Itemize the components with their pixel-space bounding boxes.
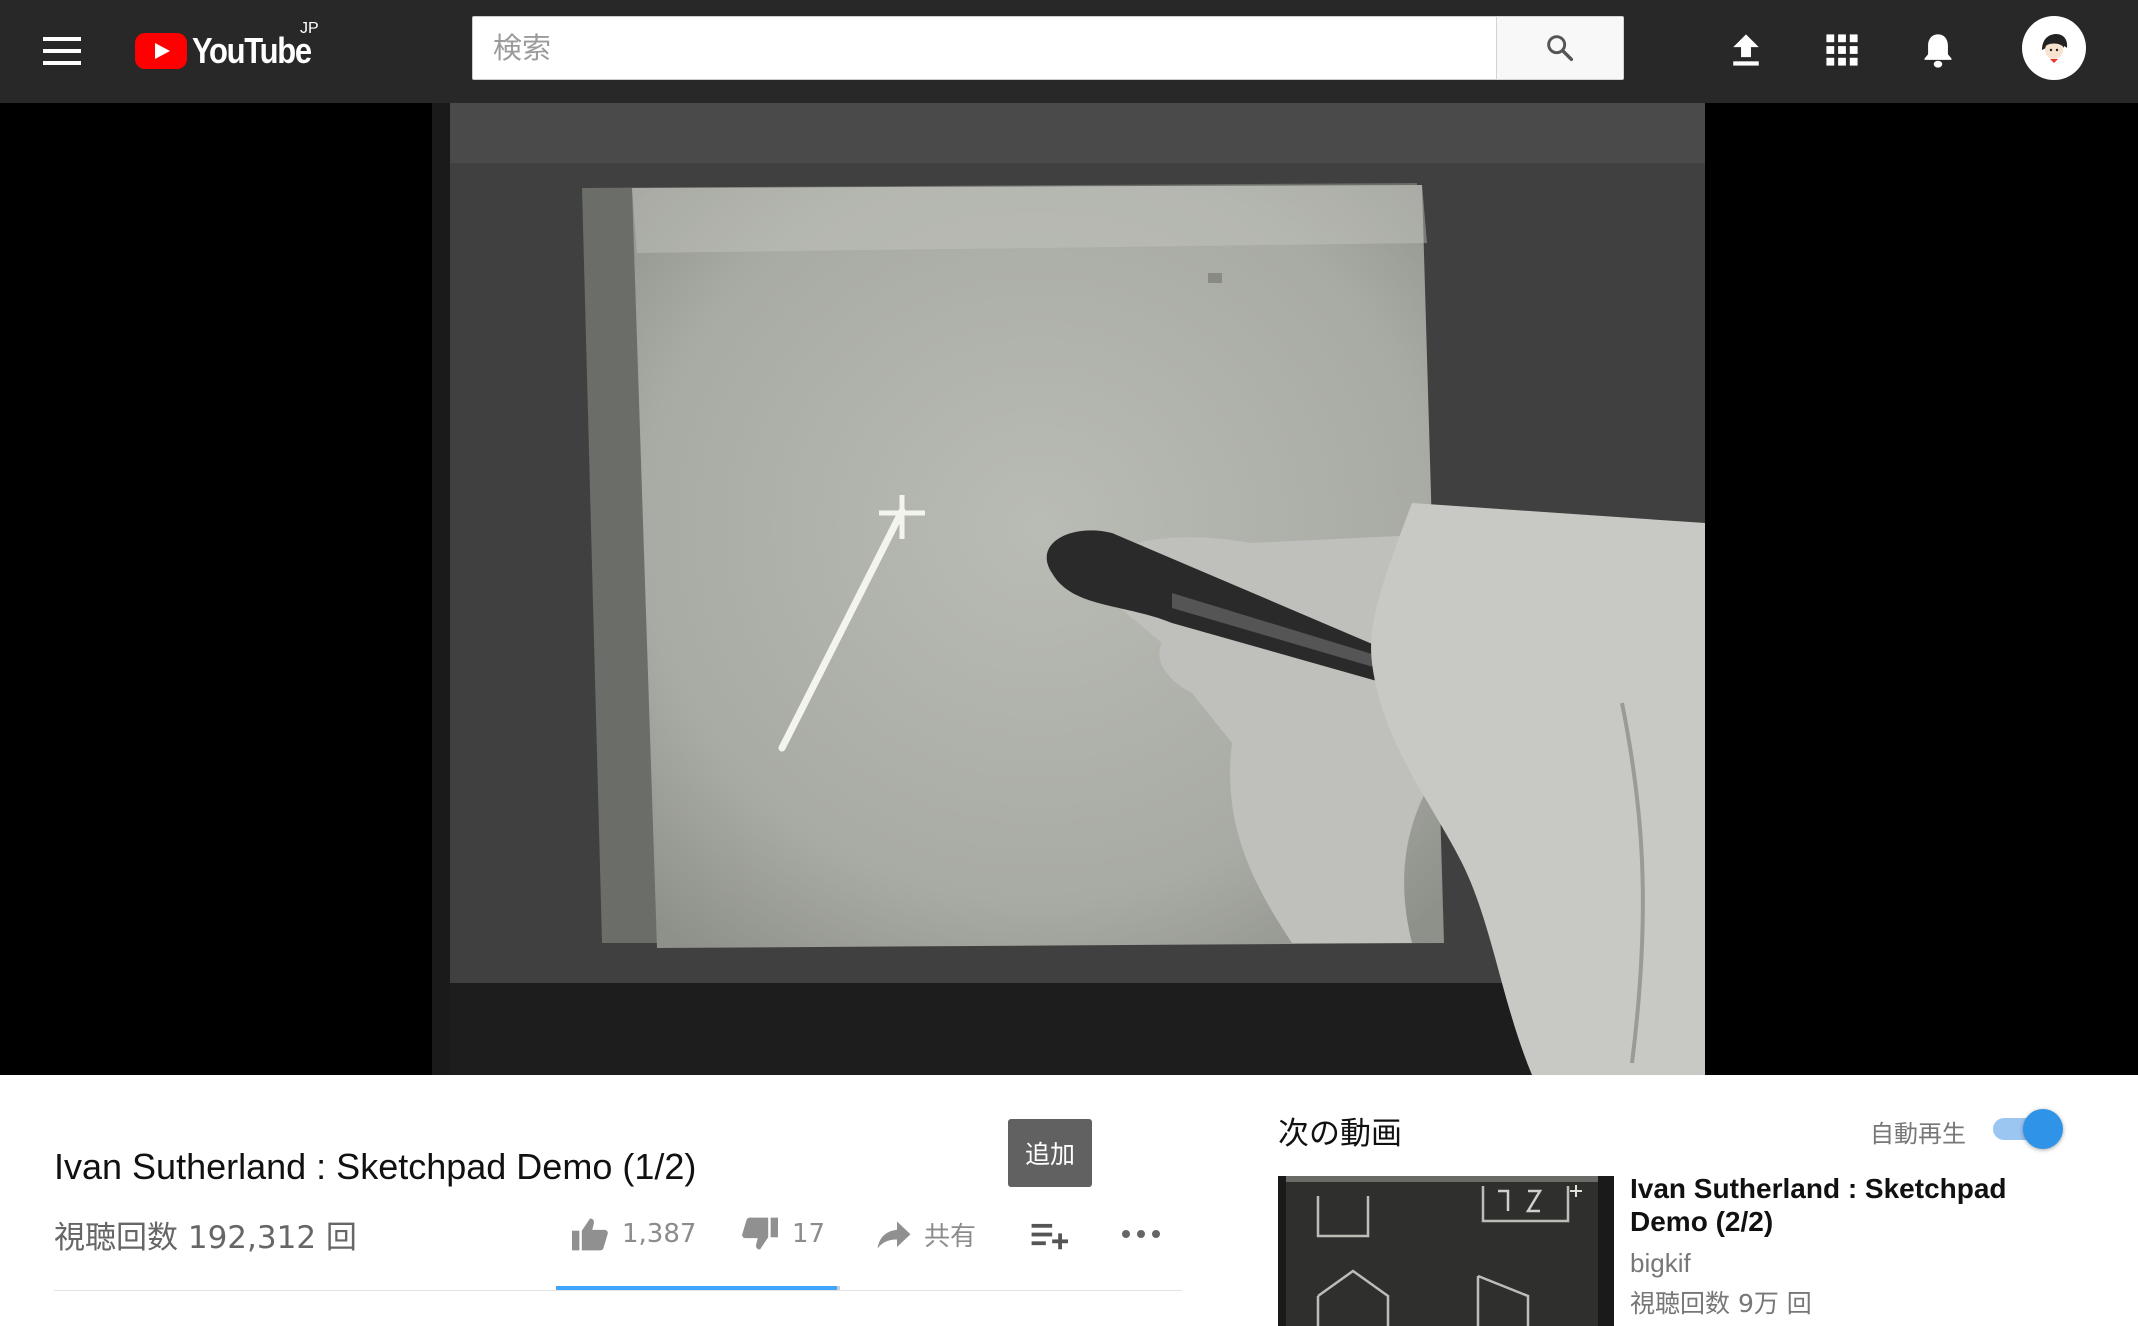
share-arrow-icon <box>877 1221 911 1248</box>
menu-icon[interactable] <box>34 28 90 74</box>
youtube-play-icon <box>135 33 187 69</box>
next-video-channel[interactable]: bigkif <box>1630 1248 1691 1279</box>
view-count: 視聴回数 192,312 回 <box>54 1220 357 1256</box>
next-video-thumbnail-image <box>1278 1176 1614 1326</box>
up-next-heading: 次の動画 <box>1278 1116 1402 1152</box>
like-button[interactable]: 1,387 <box>570 1216 696 1252</box>
logo-text: YouTube <box>192 30 312 71</box>
like-count: 1,387 <box>622 1219 697 1249</box>
apps-grid-icon <box>1826 34 1858 66</box>
autoplay-toggle-knob <box>2023 1109 2063 1149</box>
region-code: JP <box>300 20 319 37</box>
more-horizontal-icon <box>1122 1230 1160 1238</box>
add-to-playlist-button[interactable] <box>1030 1220 1068 1250</box>
notifications-button[interactable] <box>1912 24 1964 76</box>
search-button[interactable] <box>1496 16 1624 80</box>
bell-icon <box>1924 34 1952 68</box>
dislike-button[interactable]: 17 <box>740 1216 825 1252</box>
more-actions-button[interactable] <box>1120 1228 1162 1240</box>
dislike-count: 17 <box>792 1219 826 1249</box>
autoplay-toggle[interactable] <box>1993 1109 2065 1149</box>
share-button[interactable]: 共有 <box>876 1216 976 1253</box>
autoplay-label: 自動再生 <box>1870 1120 1966 1148</box>
next-video-title[interactable]: Ivan Sutherland : Sketchpad Demo (2/2) <box>1630 1172 2050 1238</box>
top-bar: YouTube JP <box>0 0 2138 103</box>
upload-icon <box>1733 34 1759 66</box>
video-player[interactable] <box>0 103 2138 1075</box>
video-frame-image <box>432 103 1705 1075</box>
video-frame <box>432 103 1705 1075</box>
thumbs-up-icon <box>572 1218 608 1251</box>
search-input[interactable] <box>472 16 1497 80</box>
search-icon <box>1547 35 1574 62</box>
share-label: 共有 <box>924 1222 977 1252</box>
next-video-views: 視聴回数 9万 回 <box>1630 1289 1812 1318</box>
playlist-add-icon <box>1031 1223 1068 1250</box>
next-video-thumbnail[interactable] <box>1278 1176 1614 1326</box>
youtube-logo[interactable]: YouTube JP <box>135 20 330 74</box>
thumbs-down-icon <box>742 1217 778 1250</box>
video-title: Ivan Sutherland : Sketchpad Demo (1/2) <box>54 1146 697 1187</box>
avatar-icon <box>2042 34 2068 63</box>
search-bar <box>472 16 1624 80</box>
account-avatar[interactable] <box>2022 16 2086 80</box>
upload-button[interactable] <box>1720 24 1772 76</box>
apps-button[interactable] <box>1816 24 1868 76</box>
divider <box>54 1290 1182 1291</box>
add-tooltip: 追加 <box>1008 1119 1092 1187</box>
